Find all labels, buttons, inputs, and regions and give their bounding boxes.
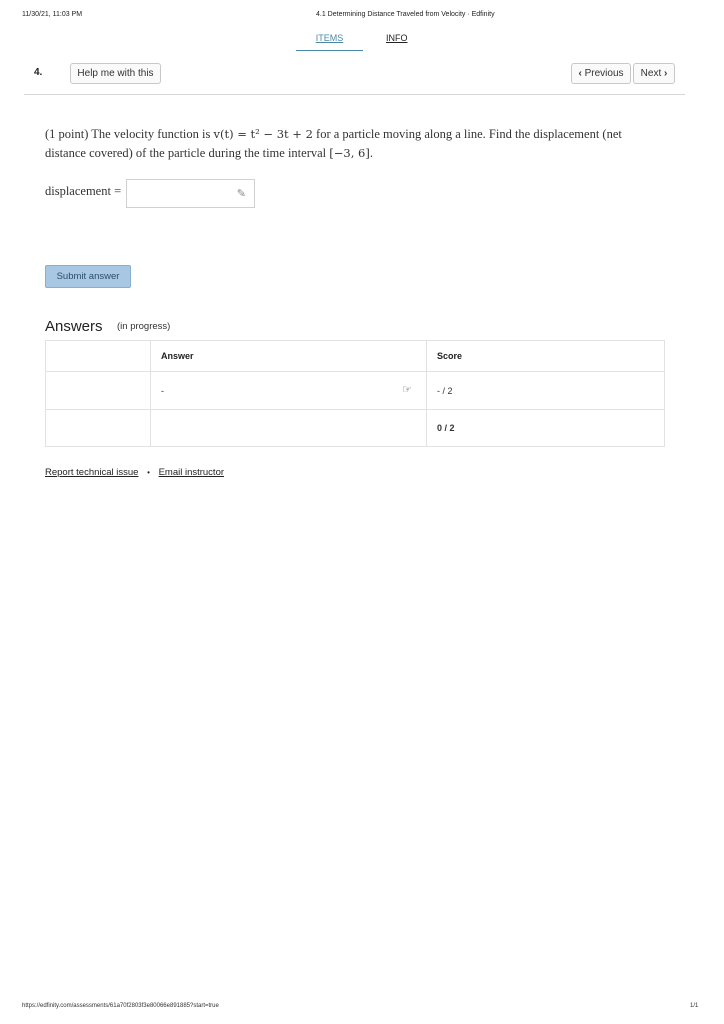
email-instructor-link[interactable]: Email instructor <box>159 467 224 478</box>
answers-table: Answer Score - ☞ - / 2 0 / 2 <box>45 340 665 447</box>
next-button[interactable]: Next › <box>633 63 675 84</box>
print-datetime: 11/30/21, 11:03 PM <box>22 11 83 18</box>
table-row: - ☞ - / 2 <box>45 371 665 410</box>
time-interval: [−3, 6] <box>329 146 370 160</box>
answer-value: - <box>161 385 164 396</box>
answers-table-header: Answer Score <box>45 340 665 372</box>
previous-label: Previous <box>584 68 624 79</box>
footer-links: Report technical issue • Email instructo… <box>45 467 224 478</box>
answers-status: (in progress) <box>117 321 171 332</box>
row-answer: - ☞ <box>150 371 427 410</box>
previous-button[interactable]: ‹ Previous <box>571 63 631 84</box>
total-row: 0 / 2 <box>45 409 665 447</box>
velocity-expression: v(t) = t² − 3t + 2 <box>213 127 313 141</box>
header-divider <box>24 94 685 95</box>
displacement-input[interactable]: ✎ <box>126 179 255 208</box>
total-label <box>45 409 151 447</box>
header-cell-answer: Answer <box>150 340 427 372</box>
chevron-left-icon: ‹ <box>578 68 582 79</box>
row-score: - / 2 <box>426 371 665 410</box>
total-answer <box>150 409 427 447</box>
help-button[interactable]: Help me with this <box>70 63 161 84</box>
print-title: 4.1 Determining Distance Traveled from V… <box>316 11 495 18</box>
hand-pointer-icon[interactable]: ☞ <box>402 383 412 396</box>
answers-title: Answers <box>45 318 103 335</box>
problem-text: (1 point) The velocity function is v(t) … <box>45 125 665 163</box>
tab-info[interactable]: INFO <box>386 33 408 43</box>
link-separator: • <box>147 468 150 477</box>
problem-text-suffix: . <box>369 146 373 160</box>
submit-answer-button[interactable]: Submit answer <box>45 265 131 288</box>
header-cell-label <box>45 340 151 372</box>
print-page-number: 1/1 <box>690 1003 699 1009</box>
chevron-right-icon: › <box>664 68 668 79</box>
report-issue-link[interactable]: Report technical issue <box>45 467 138 478</box>
tab-items[interactable]: ITEMS <box>296 33 363 43</box>
print-url: https://edfinity.com/assessments/61a70f2… <box>22 1003 219 1009</box>
active-tab-indicator <box>296 50 363 51</box>
row-label <box>45 371 151 410</box>
total-score: 0 / 2 <box>426 409 665 447</box>
problem-text-prefix: (1 point) The velocity function is <box>45 127 214 141</box>
header-cell-score: Score <box>426 340 665 372</box>
displacement-label: displacement = <box>45 184 122 198</box>
next-label: Next <box>640 68 662 79</box>
question-number: 4. <box>34 67 43 78</box>
pencil-icon[interactable]: ✎ <box>237 187 246 200</box>
